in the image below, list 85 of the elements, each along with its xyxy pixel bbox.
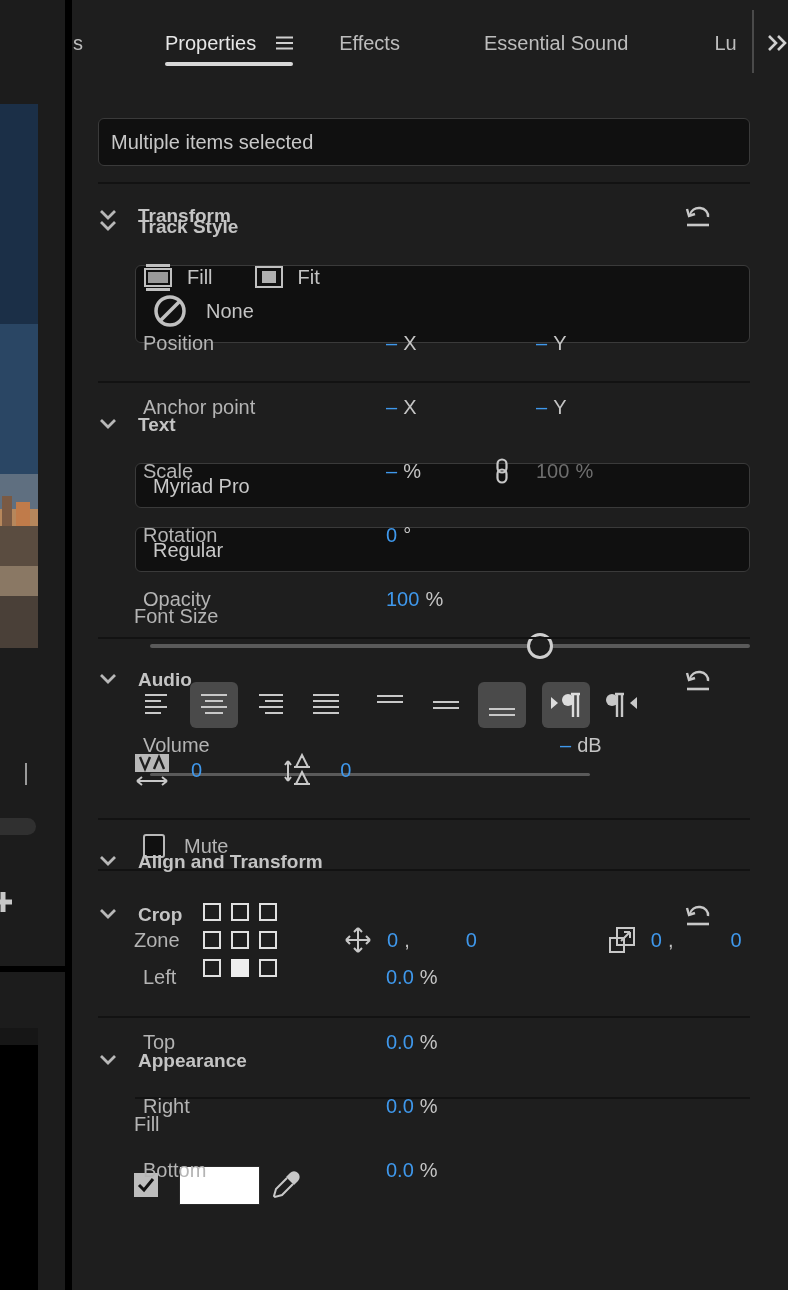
value-field[interactable]: 0.0 [386, 1091, 414, 1121]
value-field[interactable]: 0.0 [386, 1027, 414, 1057]
zone-cell[interactable] [203, 903, 221, 921]
separator-text: , [404, 928, 410, 953]
value-field[interactable]: 0 [191, 755, 203, 785]
unit-label: Y [553, 395, 567, 420]
unit-label: ° [403, 523, 412, 548]
zone-cell[interactable] [231, 959, 249, 977]
property-label: Top [143, 1032, 176, 1052]
fit-frame-icon [253, 265, 284, 289]
property-label: Opacity [143, 589, 211, 609]
separator-text: , [667, 928, 674, 953]
unit-label: dB [577, 733, 602, 758]
value-field[interactable]: – [536, 392, 548, 422]
eyedropper-icon[interactable] [270, 1169, 302, 1201]
slider-thumb[interactable] [527, 633, 553, 659]
style-option[interactable]: Fill [143, 262, 213, 292]
value-field[interactable]: 0 [465, 925, 477, 955]
align-top-icon [375, 694, 405, 704]
zone-cell[interactable] [203, 959, 221, 977]
panel-tab[interactable]: Essential Sound [483, 31, 629, 66]
property-label: Left [143, 967, 177, 987]
property-label: Zone [134, 928, 181, 953]
unit-label: X [403, 395, 417, 420]
value-field[interactable]: 0 [650, 925, 662, 955]
value-field[interactable]: 0 [387, 925, 399, 955]
property-label: Anchor point [143, 397, 256, 417]
property-label: Volume [143, 735, 210, 755]
section-title: Text [138, 414, 176, 434]
alignment-button[interactable] [478, 682, 526, 728]
section-title: Audio [138, 669, 192, 689]
zone-cell[interactable] [259, 959, 277, 977]
zone-cell[interactable] [203, 931, 221, 949]
value-field[interactable]: 100 [386, 584, 420, 614]
value-field[interactable]: – [386, 328, 398, 358]
tracking-icon [134, 753, 170, 787]
unit-label: % [419, 1094, 438, 1119]
property-label: Right [143, 1096, 190, 1116]
value-field[interactable]: – [560, 730, 572, 760]
zone-cell[interactable] [259, 931, 277, 949]
unit-label: X [403, 331, 417, 356]
property-label: Fill [134, 1113, 160, 1137]
link-icon[interactable] [496, 458, 508, 484]
alignment-button[interactable] [542, 682, 590, 728]
alignment-button[interactable] [190, 682, 238, 728]
value-field[interactable]: – [386, 456, 398, 486]
unit-label: % [575, 459, 594, 484]
paragraph-arrow-icon [549, 691, 583, 719]
none-icon [153, 294, 187, 328]
zone-cell[interactable] [259, 903, 277, 921]
style-option[interactable]: None [153, 294, 254, 328]
property-label: Position [143, 333, 215, 353]
panel-tab[interactable]: s [73, 31, 83, 66]
unit-label: % [419, 965, 438, 990]
plus-icon[interactable] [0, 892, 12, 912]
value-field[interactable]: – [386, 392, 398, 422]
align-middle-icon [431, 700, 461, 710]
value-field[interactable]: 0 [386, 520, 398, 550]
scale-icon [607, 926, 636, 954]
unit-label: % [419, 1030, 438, 1055]
align-bottom-icon [487, 707, 517, 717]
selection-field[interactable]: Multiple items selected [98, 118, 750, 166]
value-field[interactable]: – [536, 328, 548, 358]
value-field[interactable]: 0.0 [386, 962, 414, 992]
value-field[interactable]: 0.0 [386, 1155, 414, 1185]
section-title: Crop [138, 904, 183, 924]
panel-tab[interactable]: Effects [339, 31, 400, 66]
panel-tab[interactable]: Lu [714, 31, 737, 66]
zone-cell[interactable] [231, 931, 249, 949]
paragraph-arrow-icon [605, 691, 639, 719]
unit-label: % [425, 587, 444, 612]
value-field[interactable]: 0 [730, 925, 742, 955]
overflow-chevrons-icon[interactable] [767, 34, 787, 52]
unit-label: % [419, 1158, 438, 1183]
value-field[interactable]: 0 [340, 755, 352, 785]
style-option[interactable]: Fit [253, 262, 320, 292]
fill-frame-icon [143, 263, 173, 291]
zone-cell[interactable] [231, 903, 249, 921]
unit-label: % [403, 459, 421, 484]
menu-icon[interactable] [276, 36, 294, 50]
panel-tab[interactable]: Properties [165, 31, 294, 66]
checkbox-label: Mute [184, 836, 229, 856]
move-icon [344, 926, 372, 954]
playhead-marker[interactable] [25, 763, 27, 785]
unit-label: Y [553, 331, 567, 356]
